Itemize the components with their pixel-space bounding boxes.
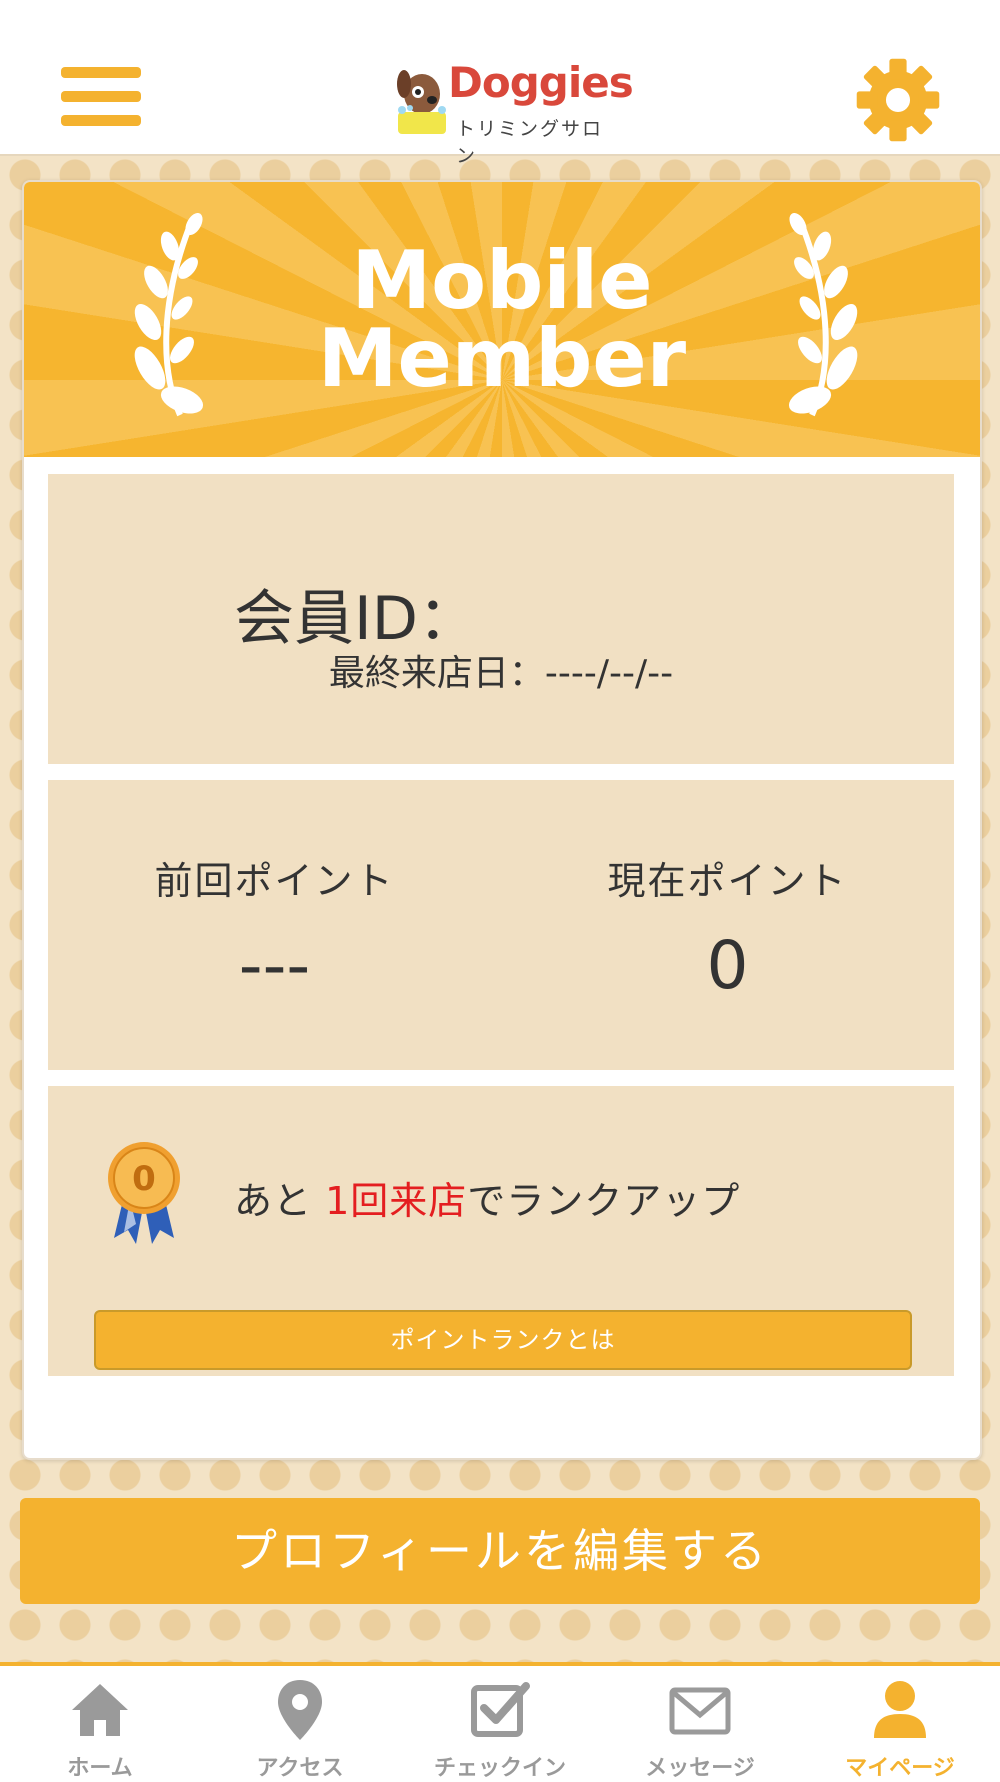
previous-points-value: --- <box>238 927 311 1004</box>
doggies-logo: Doggies トリミングサロン <box>390 58 634 167</box>
hamburger-menu-icon[interactable] <box>61 67 143 137</box>
previous-points-label: 前回ポイント <box>154 859 395 903</box>
envelope-icon <box>669 1687 731 1735</box>
checkbox-icon <box>471 1682 530 1737</box>
medal-number: 0 <box>132 1159 156 1199</box>
bottom-tab-bar: ホーム アクセス チェックイン メッセージ マイページ <box>0 1662 1000 1782</box>
tab-access-label: アクセス <box>256 1756 344 1781</box>
laurel-right-icon <box>788 213 858 417</box>
dog-mascot-icon <box>397 70 446 134</box>
medal-icon: 0 <box>108 1142 180 1244</box>
rank-message-prefix: あと <box>234 1179 326 1223</box>
point-rank-info-button[interactable]: ポイントランクとは <box>94 1310 912 1370</box>
tab-home-label: ホーム <box>67 1756 133 1781</box>
rank-message-suffix: でランクアップ <box>467 1179 741 1223</box>
user-icon <box>874 1681 926 1738</box>
member-id-panel: 会員ID： 最終来店日：----/--/-- <box>48 474 954 764</box>
last-visit-date: 最終来店日：----/--/-- <box>328 653 674 694</box>
current-points-value: 0 <box>706 927 749 1004</box>
edit-profile-button[interactable]: プロフィールを編集する <box>20 1498 980 1604</box>
member-card: Mobile Member 会員ID： 最終来店日：----/--/-- 前回ポ… <box>22 180 982 1460</box>
tab-access[interactable]: アクセス <box>200 1666 400 1782</box>
home-icon <box>72 1684 128 1736</box>
rank-up-message: あと 1回来店でランクアップ <box>234 1170 740 1225</box>
current-points-label: 現在ポイント <box>607 859 848 903</box>
tab-checkin-label: チェックイン <box>433 1756 566 1781</box>
logo-text: Doggies <box>448 58 634 107</box>
gear-icon[interactable] <box>855 57 941 143</box>
tab-mypage[interactable]: マイページ <box>800 1666 1000 1782</box>
member-banner: Mobile Member <box>24 182 980 457</box>
tab-message-label: メッセージ <box>645 1756 755 1781</box>
tab-checkin[interactable]: チェックイン <box>400 1666 600 1782</box>
tab-home[interactable]: ホーム <box>0 1666 200 1782</box>
tab-message[interactable]: メッセージ <box>600 1666 800 1782</box>
app-header: Doggies トリミングサロン <box>0 0 1000 167</box>
logo-subtitle: トリミングサロン <box>456 118 604 167</box>
rank-message-highlight: 1回来店 <box>325 1179 468 1223</box>
previous-points: 前回ポイント --- <box>48 850 501 1004</box>
rank-panel: 0 あと 1回来店でランクアップ ポイントランクとは <box>48 1086 954 1376</box>
map-pin-icon <box>278 1680 322 1740</box>
points-panel: 前回ポイント --- 現在ポイント 0 <box>48 780 954 1070</box>
tab-mypage-label: マイページ <box>845 1756 955 1781</box>
current-points: 現在ポイント 0 <box>501 850 954 1004</box>
